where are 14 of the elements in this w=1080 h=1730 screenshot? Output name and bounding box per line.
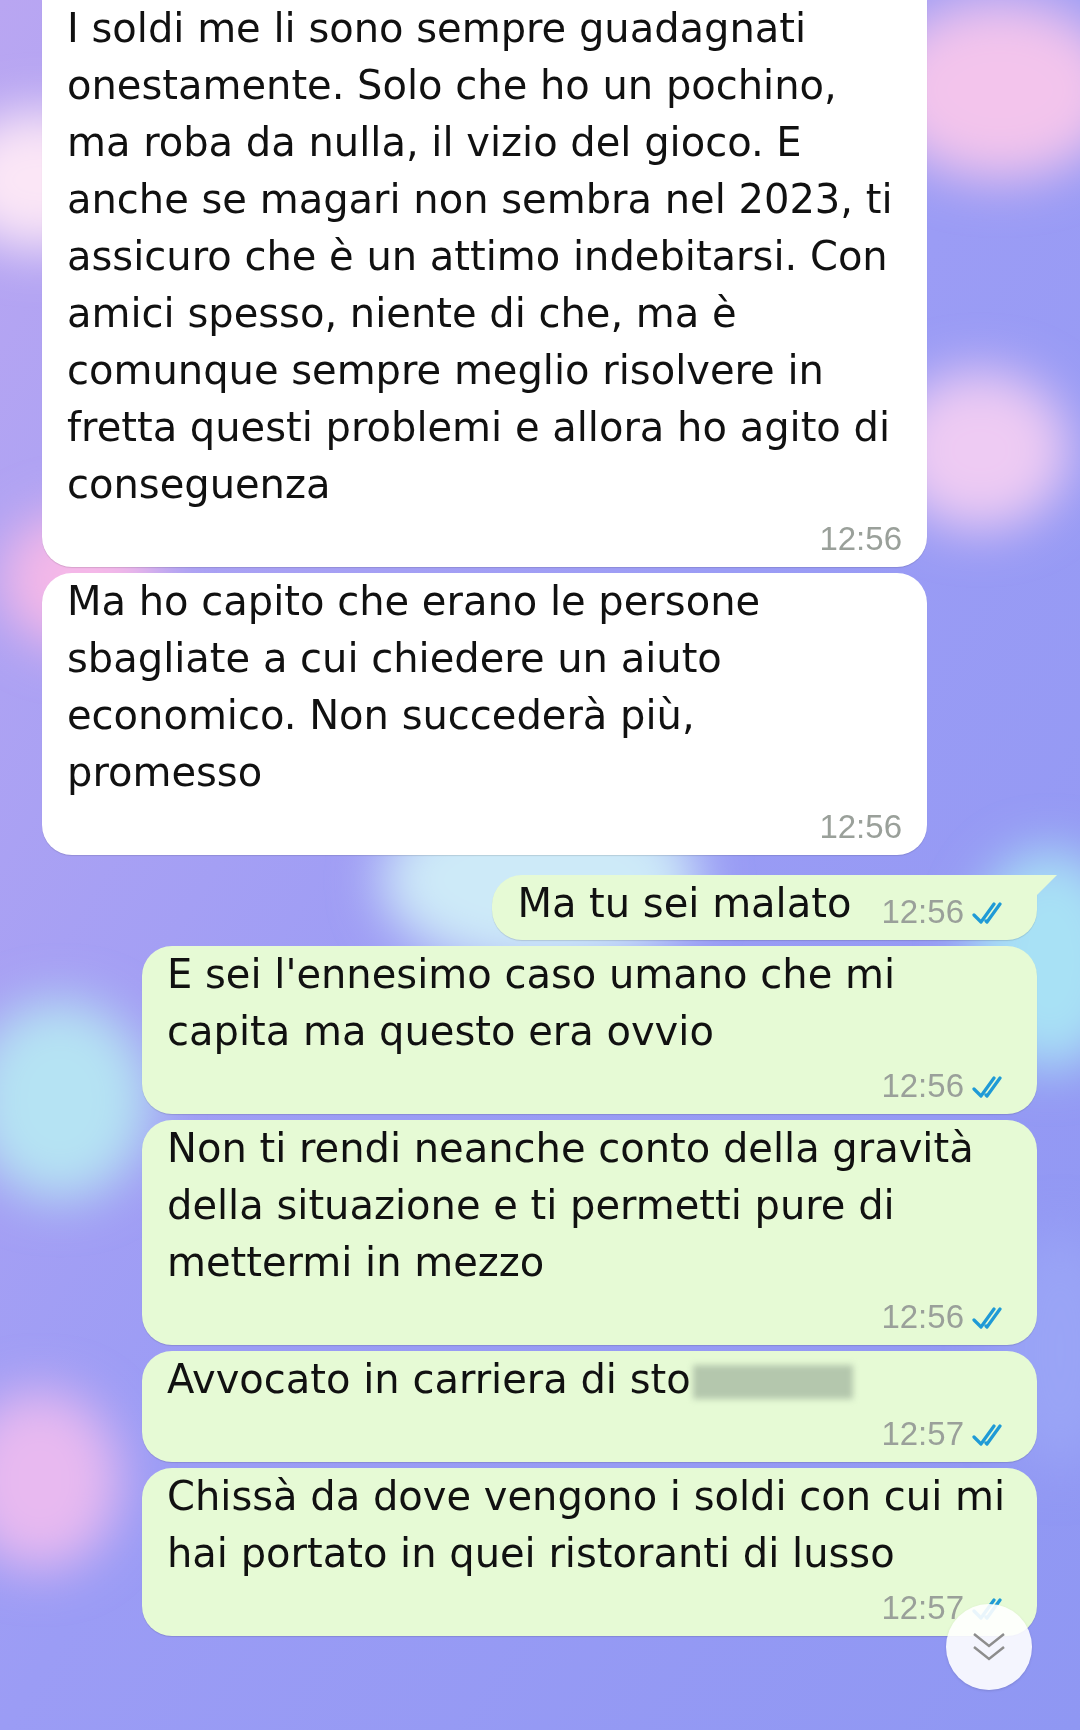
message-time: 12:56: [881, 1297, 964, 1337]
message-text: I soldi me li sono sempre guadagnati onestamente. Solo che ho un pochino, ma roba da nulla, il vizio del gioco. E anche se magari non sembra nel 2023, ti assicuro che è un attimo indebitarsi. Con amici spesso, niente di che, ma è comunque sempre meglio risolvere in fretta questi problemi e allora ho agito di conseguenza: [67, 5, 893, 507]
message-time: 12:56: [819, 519, 902, 559]
message-time: 12:56: [881, 1066, 964, 1106]
message-text: E sei l'ennesimo caso umano che mi capita ma questo era ovvio: [167, 951, 896, 1054]
message-text: Ma tu sei malato: [517, 880, 852, 926]
message-time: 12:57: [881, 1414, 964, 1454]
message-text: Non ti rendi neanche conto della gravità della situazione e ti permetti pure di mettermi in mezzo: [167, 1125, 974, 1285]
message-time: 12:56: [819, 807, 902, 847]
message-time: 12:56: [881, 892, 964, 932]
message-text: Chissà da dove vengono i soldi con cui mi hai portato in quei ristoranti di lusso: [167, 1473, 1006, 1576]
message-text: Ma ho capito che erano le persone sbagliate a cui chiedere un aiuto economico. Non succederà più, promesso: [67, 578, 761, 795]
message-text: Avvocato in carriera di sto: [167, 1356, 691, 1402]
message-time: 12:57: [881, 1588, 964, 1628]
